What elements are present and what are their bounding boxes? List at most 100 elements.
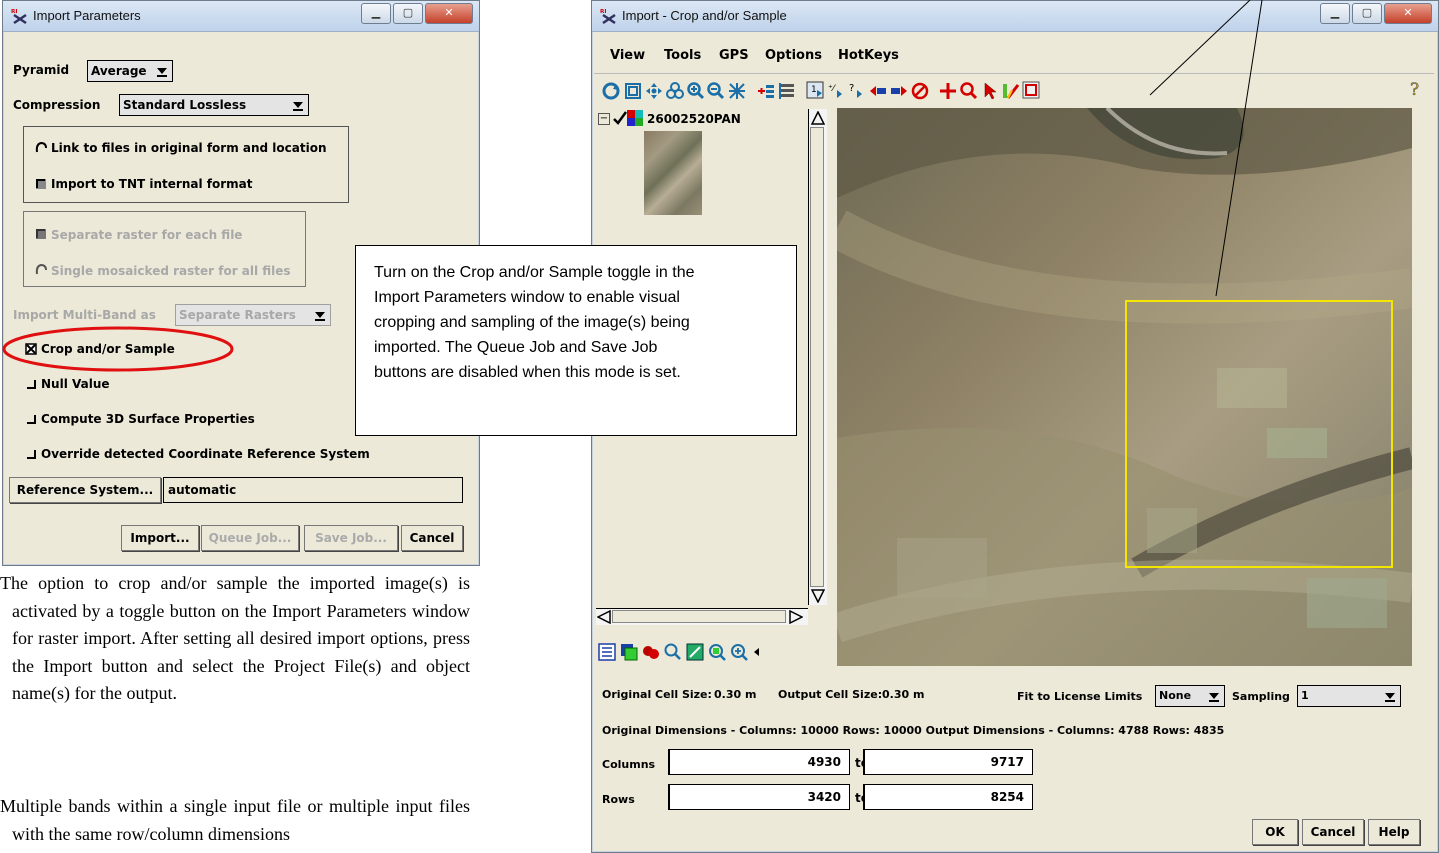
highlight-ellipse (2, 326, 234, 372)
maximize-button[interactable]: ▢ (1352, 3, 1382, 24)
menu-view[interactable]: View (610, 48, 645, 63)
measure-tool-icon[interactable]: ⁺⁄ (827, 82, 845, 100)
pointer-icon[interactable] (981, 82, 999, 100)
help-icon[interactable]: ? (1407, 80, 1425, 98)
sampling-select[interactable]: 1 (1297, 685, 1401, 707)
chevron-down-icon (1385, 693, 1395, 702)
callout-text: Turn on the Crop and/or Sample toggle in… (374, 264, 695, 381)
svg-text:1: 1 (811, 85, 817, 95)
body-paragraph-2: Multiple bands within a single input fil… (0, 796, 470, 844)
pyramid-select[interactable]: Average (87, 60, 173, 82)
color-icon[interactable] (642, 643, 660, 661)
compute-3d-label[interactable]: Compute 3D Surface Properties (41, 412, 255, 426)
previous-view-icon[interactable] (869, 82, 887, 100)
compression-value: Standard Lossless (123, 98, 247, 112)
reference-system-button[interactable]: Reference System... (9, 477, 161, 503)
fit-license-select[interactable]: None (1155, 685, 1225, 707)
rows-to-field[interactable]: 8254 (863, 784, 1033, 810)
scroll-left-arrow[interactable] (597, 610, 611, 624)
cancel-button[interactable]: Cancel (401, 525, 463, 551)
layer-panel-tools (598, 641, 828, 663)
menu-tools[interactable]: Tools (664, 48, 701, 63)
next-view-icon[interactable] (890, 82, 908, 100)
pan-icon[interactable] (645, 82, 663, 100)
find-icon[interactable] (664, 643, 682, 661)
zoom-extent-icon[interactable] (708, 643, 726, 661)
scroll-up-arrow[interactable] (811, 111, 825, 125)
zoom-tool-icon[interactable] (960, 82, 978, 100)
checkmark-icon[interactable] (613, 111, 627, 125)
menu-hotkeys[interactable]: HotKeys (838, 48, 899, 63)
pyramid-label: Pyramid (13, 63, 70, 77)
zoom-in-icon[interactable] (687, 82, 705, 100)
import-internal-label[interactable]: Import to TNT internal format (51, 177, 253, 191)
rows-from-field[interactable]: 3420 (668, 784, 850, 810)
single-mosaic-radio (35, 264, 47, 275)
override-crs-label[interactable]: Override detected Coordinate Reference S… (41, 447, 370, 461)
minimize-button[interactable]: ▁ (361, 3, 391, 24)
help-button[interactable]: Help (1368, 819, 1420, 845)
import-internal-radio[interactable] (35, 178, 47, 190)
link-files-radio[interactable] (35, 142, 47, 154)
sampling-label: Sampling (1232, 690, 1290, 703)
scroll-thumb[interactable] (810, 127, 824, 587)
raster-layer-icon (627, 110, 643, 126)
crosshair-icon[interactable] (939, 82, 957, 100)
menu-gps[interactable]: GPS (719, 48, 749, 63)
layer-name[interactable]: 26002520PAN (647, 112, 741, 126)
compute-3d-checkbox[interactable] (25, 413, 37, 425)
layer-controls-icon[interactable] (778, 82, 796, 100)
save-job-button: Save Job... (304, 525, 398, 551)
layer-list-icon[interactable] (598, 643, 616, 661)
layer-panel-hscrollbar[interactable] (596, 608, 808, 625)
close-button[interactable]: ✕ (1384, 3, 1432, 24)
title-bar[interactable]: ᴿᴵ Import - Crop and/or Sample ▁ ▢ ✕ (592, 1, 1438, 32)
columns-from-field[interactable]: 4930 (668, 749, 850, 775)
separate-raster-label: Separate raster for each file (51, 228, 243, 242)
compression-label: Compression (13, 98, 101, 112)
null-value-label[interactable]: Null Value (41, 377, 110, 391)
add-layer-icon[interactable] (757, 82, 775, 100)
ok-button[interactable]: OK (1252, 819, 1298, 845)
menu-options[interactable]: Options (765, 48, 822, 63)
window-title: Import - Crop and/or Sample (622, 8, 787, 23)
zoom-out-icon[interactable] (707, 82, 725, 100)
collapse-toggle[interactable]: − (598, 113, 610, 125)
minimize-button[interactable]: ▁ (1320, 3, 1350, 24)
columns-to-field[interactable]: 9717 (863, 749, 1033, 775)
null-value-checkbox[interactable] (25, 378, 37, 390)
chevron-down-icon (1209, 693, 1219, 702)
scroll-tools-arrow-icon[interactable] (752, 643, 760, 661)
toolbar: 1 ⁺⁄ ? ? (594, 73, 1434, 104)
redraw-icon[interactable] (602, 82, 620, 100)
import-button[interactable]: Import... (121, 525, 199, 551)
zoom-in-small-icon[interactable] (730, 643, 748, 661)
crop-box-tool-icon[interactable] (1022, 81, 1040, 99)
zoom-layer-icon[interactable] (686, 643, 704, 661)
compression-select[interactable]: Standard Lossless (119, 94, 309, 116)
scroll-right-arrow[interactable] (789, 610, 803, 624)
data-tip-tool-icon[interactable]: ? (848, 82, 866, 100)
hscroll-thumb[interactable] (612, 610, 786, 623)
stop-icon[interactable] (911, 82, 929, 100)
tnt-app-icon: ᴿᴵ (600, 9, 616, 25)
zoom-box-icon[interactable] (728, 82, 746, 100)
reference-system-field[interactable]: automatic (163, 477, 463, 503)
override-crs-checkbox[interactable] (25, 448, 37, 460)
link-files-label[interactable]: Link to files in original form and locat… (51, 141, 327, 155)
cancel-button[interactable]: Cancel (1302, 819, 1364, 845)
map-view[interactable] (837, 108, 1412, 666)
crop-rectangle[interactable] (1125, 300, 1393, 568)
close-button[interactable]: ✕ (425, 3, 473, 24)
select-layer-tool-icon[interactable]: 1 (806, 81, 824, 99)
title-bar[interactable]: ᴿᴵ Import Parameters ▁ ▢ ✕ (3, 1, 479, 32)
layer-panel-vscrollbar[interactable] (808, 109, 827, 605)
sketch-tool-icon[interactable] (1002, 82, 1020, 100)
out-cell-size-label: Output Cell Size: (778, 688, 883, 701)
maximize-button[interactable]: ▢ (393, 3, 423, 24)
scroll-down-arrow[interactable] (811, 589, 825, 603)
zoom-to-cell-icon[interactable] (666, 82, 684, 100)
layer-group-icon[interactable] (620, 643, 638, 661)
full-view-icon[interactable] (624, 82, 642, 100)
svg-text:?: ? (849, 83, 854, 94)
